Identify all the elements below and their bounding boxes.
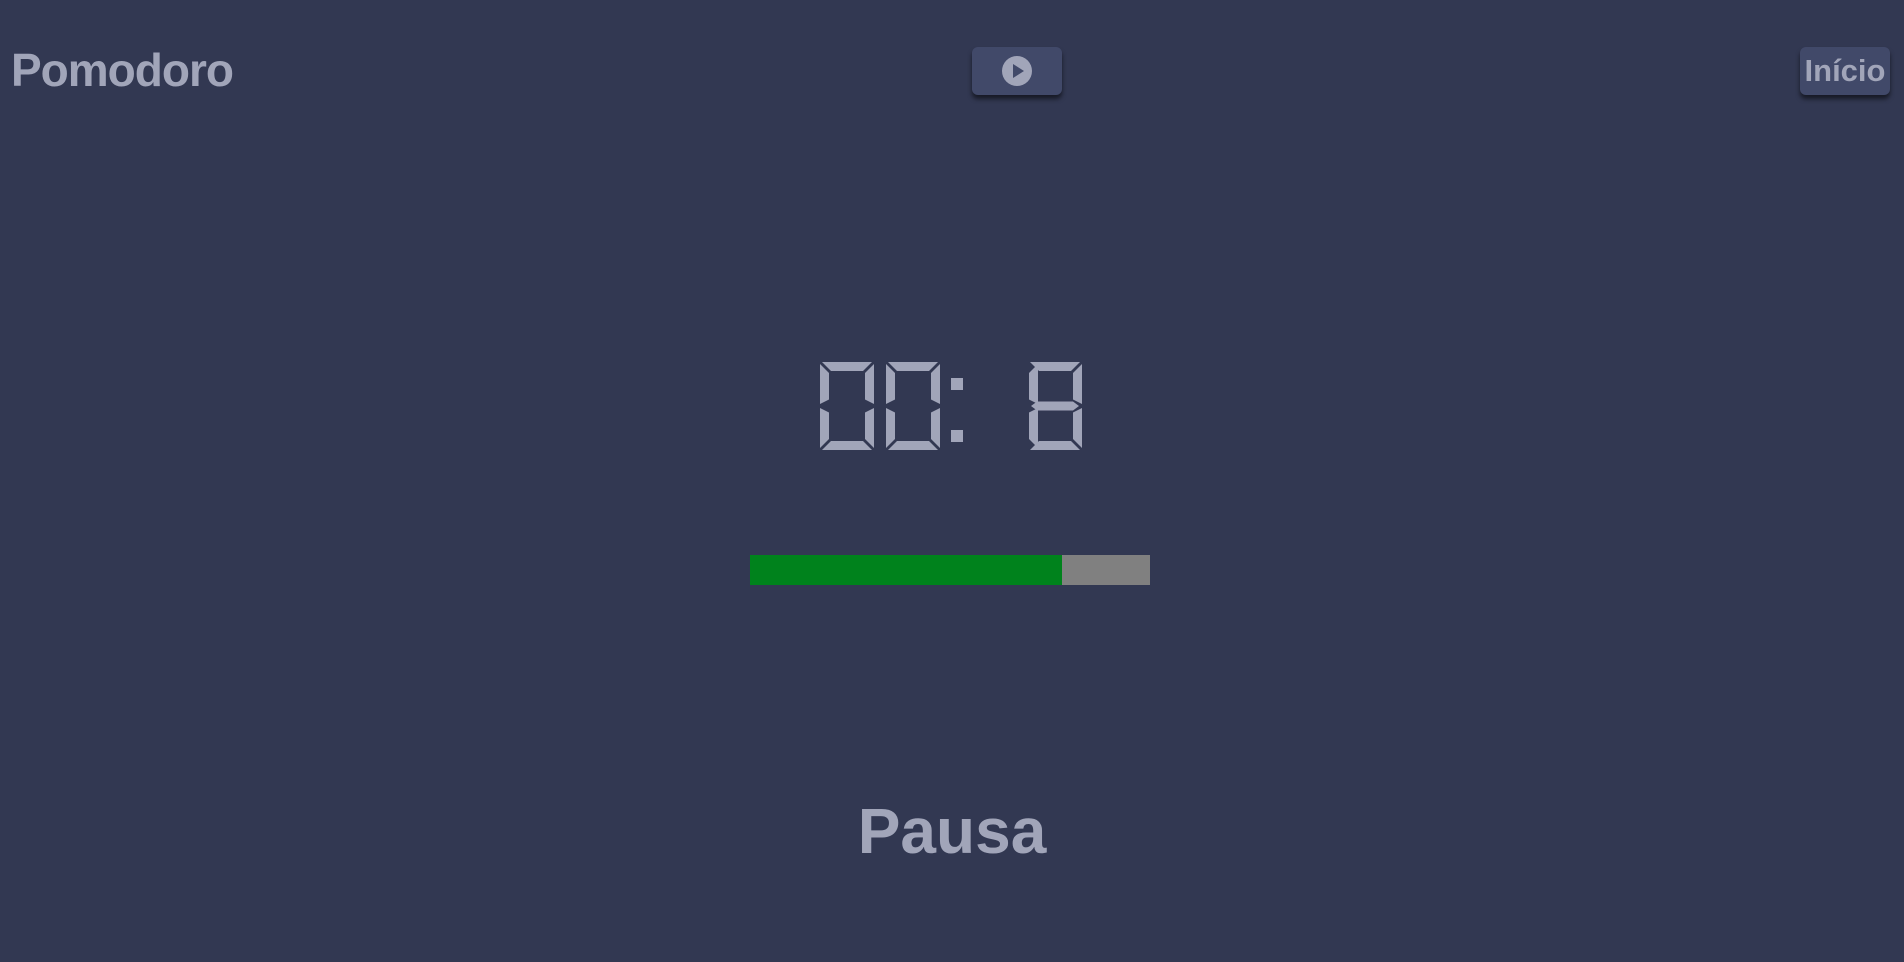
pomodoro-app: Pomodoro Início Pausa [0, 0, 1904, 962]
digit-segment [865, 364, 874, 404]
digit-segment [888, 441, 938, 450]
digit-segment [1029, 408, 1038, 448]
timer-digit [886, 362, 940, 450]
progress-bar [750, 555, 1150, 585]
mode-label: Pausa [857, 795, 1047, 867]
digit-segment [820, 364, 829, 404]
timer-colon [951, 430, 963, 442]
digit-segment [886, 364, 895, 404]
digit-segment [1031, 401, 1079, 411]
digit-segment [822, 362, 872, 371]
timer-digit [820, 362, 874, 450]
play-circle-icon [1002, 56, 1032, 86]
play-button[interactable] [972, 47, 1062, 95]
digit-segment [1073, 364, 1082, 404]
digit-segment [886, 408, 895, 448]
digit-segment [931, 364, 940, 404]
timer-colon [951, 378, 963, 390]
digit-segment [1029, 364, 1038, 404]
home-button[interactable]: Início [1800, 47, 1890, 95]
progress-fill [750, 555, 1062, 585]
digit-segment [820, 408, 829, 448]
timer-display [820, 362, 1082, 450]
digit-segment [865, 408, 874, 448]
digit-segment [822, 441, 872, 450]
digit-segment [888, 362, 938, 371]
digit-segment [931, 408, 940, 448]
digit-segment [1073, 408, 1082, 448]
app-title: Pomodoro [11, 44, 234, 96]
